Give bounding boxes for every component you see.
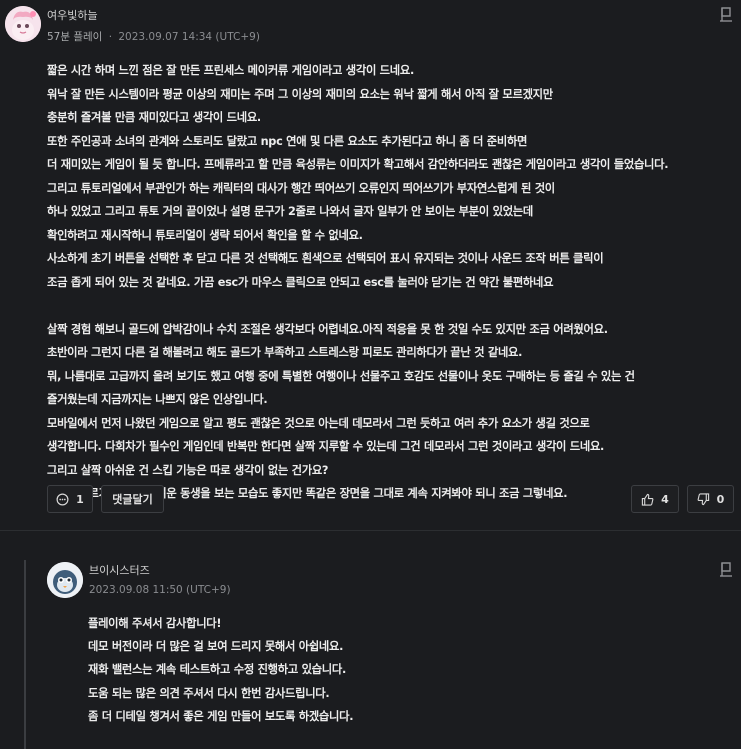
like-count: 4 — [661, 492, 669, 506]
reply-username[interactable]: 브이시스터즈 — [89, 562, 150, 578]
review-text-line: 확인하려고 재시작하니 튜토리얼이 생략 되어서 확인을 할 수 없네요. — [47, 228, 363, 242]
review-text-line: 살짝 경험 해보니 골드에 압박감이나 수치 조절은 생각보다 어렵네요.아직 … — [47, 322, 608, 336]
reply-thread-line — [24, 560, 26, 749]
thumbs-up-icon — [642, 493, 654, 506]
review-text: 짧은 시간 하며 느낀 점은 잘 만든 프린세스 메이커류 게임이라고 생각이 … — [47, 59, 669, 506]
playtime: 57분 플레이 — [47, 31, 103, 43]
dislike-button[interactable]: 0 — [687, 485, 734, 513]
reply-button[interactable]: 댓글달기 — [101, 485, 164, 513]
reply-button-label: 댓글달기 — [112, 493, 153, 506]
review-text-line: 워낙 잘 만든 시스템이라 평균 이상의 재미는 주며 그 이상의 재미의 요소… — [47, 87, 553, 101]
comment-count: 1 — [76, 492, 84, 506]
dislike-count: 0 — [716, 492, 725, 506]
review-text-line: 더 재미있는 게임이 될 듯 합니다. 프메류라고 할 만큼 육성류는 이미지가… — [47, 158, 669, 171]
avatar[interactable] — [5, 6, 41, 42]
reply-avatar[interactable] — [47, 562, 83, 598]
reply-text: 플레이해 주셔서 감사합니다! 데모 버전이라 더 많은 걸 보여 드리지 못해서… — [88, 612, 354, 728]
username[interactable]: 여우빛하늘 — [47, 7, 98, 23]
review-text-line: 생각합니다. 다회차가 필수인 게임인데 반복만 한다면 살짝 지루할 수 있는… — [47, 440, 605, 453]
reply-timestamp: 2023.09.08 11:50 (UTC+9) — [89, 584, 231, 596]
review-text-line: 초반이라 그런지 다른 걸 해볼려고 해도 골드가 부족하고 스트레스랑 피로도… — [47, 346, 523, 359]
review-text-line: 즐거웠는데 지금까지는 나쁘지 않은 인상입니다. — [47, 393, 268, 406]
divider — [0, 530, 741, 531]
meta-separator: · — [108, 31, 113, 43]
review-text-line: 뭐, 나름대로 고급까지 올려 보기도 했고 여행 중에 특별한 여행이나 선물… — [47, 369, 635, 383]
review-meta: 57분 플레이 · 2023.09.07 14:34 (UTC+9) — [47, 29, 260, 44]
reply-text-line: 도움 되는 많은 의견 주셔서 다시 한번 감사드립니다. — [88, 686, 330, 700]
review-text-line: 조금 좁게 되어 있는 것 같네요. 가끔 esc가 마우스 클릭으로 안되고 … — [47, 275, 554, 289]
reply-text-line: 데모 버전이라 더 많은 걸 보여 드리지 못해서 아쉽네요. — [88, 640, 344, 654]
timestamp: 2023.09.07 14:34 (UTC+9) — [118, 31, 260, 43]
reply-text-line: 좀 더 디테일 챙겨서 좋은 게임 만들어 보도록 하겠습니다. — [88, 709, 354, 723]
comment-count-button[interactable]: 1 — [47, 485, 93, 513]
reply-text-line: 재화 밸런스는 계속 테스트하고 수정 진행하고 있습니다. — [88, 663, 346, 677]
reply-flag-icon[interactable] — [719, 561, 733, 577]
review-text-line: 사소하게 초기 버튼을 선택한 후 닫고 다른 것 선택해도 흰색으로 선택되어… — [47, 252, 604, 265]
reply-text-line: 플레이해 주셔서 감사합니다! — [88, 617, 222, 630]
review-card: 여우빛하늘 57분 플레이 · 2023.09.07 14:34 (UTC+9)… — [0, 0, 741, 530]
flag-icon[interactable] — [719, 6, 733, 22]
review-text-line: 또한 주인공과 소녀의 관계와 스토리도 달랐고 npc 연애 및 다른 요소도… — [47, 134, 528, 148]
review-text-line: 그리고 살짝 아쉬운 건 스킵 기능은 따로 생각이 없는 건가요? — [47, 463, 329, 477]
review-text-line: 충분히 즐겨볼 만큼 재미있다고 생각이 드네요. — [47, 111, 261, 124]
comment-icon — [56, 493, 69, 505]
review-text-line: 모바일에서 먼저 나왔던 게임으로 알고 평도 괜찮은 것으로 아는데 데모라서… — [47, 416, 590, 430]
review-text-line: 짧은 시간 하며 느낀 점은 잘 만든 프린세스 메이커류 게임이라고 생각이 … — [47, 64, 414, 77]
review-text-line: 하나 있었고 그리고 튜토 거의 끝이었나 설명 문구가 2줄로 나와서 글자 … — [47, 205, 533, 218]
review-text-line: 그리고 튜토리얼에서 부관인가 하는 캐릭터의 대사가 행간 띄어쓰기 오류인지… — [47, 181, 555, 195]
avatar-image — [5, 6, 41, 42]
review-text-line — [47, 294, 668, 318]
thumbs-down-icon — [697, 492, 709, 505]
reply-avatar-image — [47, 562, 83, 598]
like-button[interactable]: 4 — [631, 485, 679, 513]
